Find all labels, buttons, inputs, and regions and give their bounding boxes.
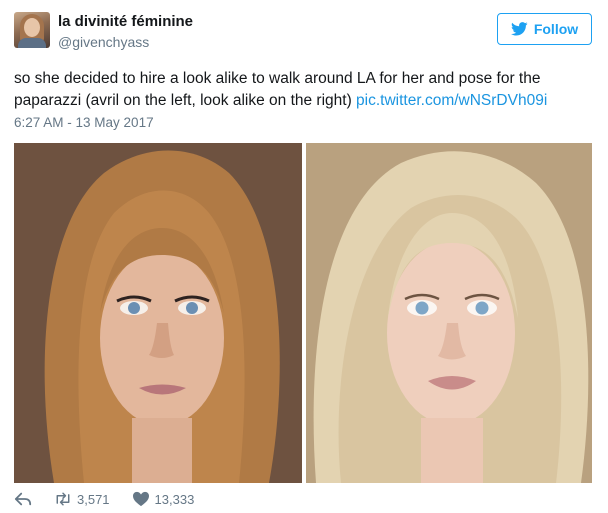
photo-left[interactable] xyxy=(14,143,302,483)
retweet-icon xyxy=(56,492,70,506)
portrait-left-image xyxy=(14,143,302,483)
retweet-count: 3,571 xyxy=(77,491,110,507)
tweet-actions: 3,571 13,333 xyxy=(14,489,216,509)
avatar-face xyxy=(24,18,40,37)
reply-icon xyxy=(14,492,32,506)
tweet-text: so she decided to hire a look alike to w… xyxy=(14,68,594,112)
tweet-link[interactable]: pic.twitter.com/wNSrDVh09i xyxy=(356,92,547,109)
display-name[interactable]: la divinité féminine xyxy=(58,13,193,30)
follow-label: Follow xyxy=(533,21,579,37)
user-handle[interactable]: @givenchyass xyxy=(58,34,149,50)
retweet-button[interactable]: 3,571 xyxy=(54,491,110,507)
heart-icon xyxy=(132,491,149,507)
tweet-card: la divinité féminine @givenchyass Follow… xyxy=(0,0,608,513)
avatar[interactable] xyxy=(14,12,50,48)
twitter-bird-icon xyxy=(510,22,528,36)
avatar-shirt xyxy=(18,38,46,48)
follow-button[interactable]: Follow xyxy=(497,13,592,45)
like-button[interactable]: 13,333 xyxy=(132,491,195,507)
tweet-timestamp[interactable]: 6:27 AM - 13 May 2017 xyxy=(14,115,154,130)
portrait-right-image xyxy=(306,143,592,483)
like-count: 13,333 xyxy=(154,491,195,507)
photo-right[interactable] xyxy=(306,143,592,483)
reply-button[interactable] xyxy=(14,491,32,507)
